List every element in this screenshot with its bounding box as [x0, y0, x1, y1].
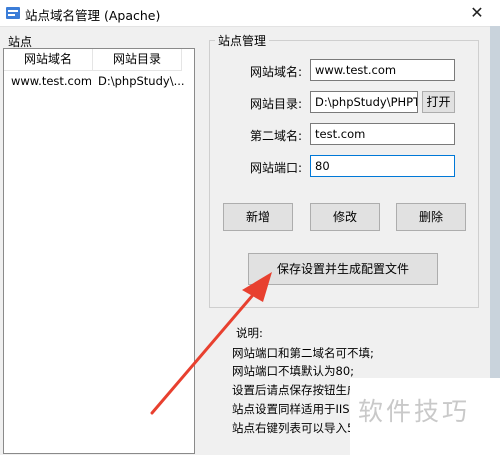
- annotation-arrow: [150, 272, 272, 415]
